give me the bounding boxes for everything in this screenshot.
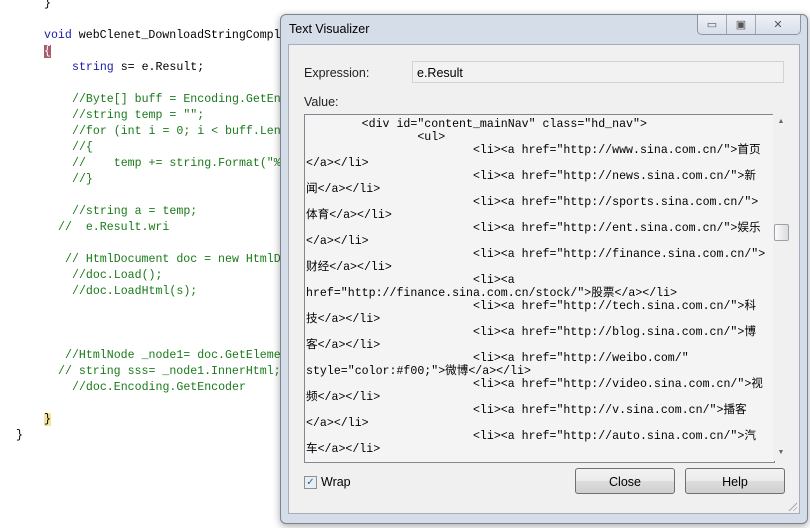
wrap-checkbox[interactable]: ✓ Wrap	[304, 475, 351, 489]
value-line: <li><a href="http://sports.sina.com.cn/"…	[306, 196, 759, 209]
comment-line: //HtmlNode _node1= doc.GetEleme	[65, 349, 281, 362]
scrollbar-thumb[interactable]	[774, 224, 789, 241]
expression-field[interactable]: e.Result	[412, 61, 784, 83]
value-line: <li><a href="http://auto.sina.com.cn/">汽	[306, 430, 756, 443]
value-line: <li><a href="http://finance.sina.com.cn/…	[306, 248, 766, 261]
close-icon: ✕	[773, 19, 783, 31]
value-line: 客</a></li>	[306, 339, 381, 352]
dialog-title: Text Visualizer	[289, 22, 370, 36]
code-line: {	[44, 44, 51, 60]
value-line: <ul>	[306, 131, 446, 144]
code-text: s= e.Result;	[113, 61, 205, 74]
value-line: </a></li>	[306, 235, 369, 248]
maximize-icon: ▣	[735, 19, 747, 31]
value-line: </a></li>	[306, 157, 369, 170]
value-line: 财经</a></li>	[306, 261, 392, 274]
scroll-up-icon[interactable]: ▲	[773, 114, 789, 130]
comment-line: //}	[72, 173, 93, 186]
comment-line: //doc.LoadHtml(s);	[72, 285, 198, 298]
value-line: <li><a href="http://v.sina.com.cn/">播客	[306, 404, 747, 417]
close-brace: }	[44, 413, 51, 426]
value-line: <li><a href="http://news.sina.com.cn/">新	[306, 170, 756, 183]
code-line: }	[44, 412, 51, 428]
value-line: 频</a></li>	[306, 391, 381, 404]
value-textarea[interactable]: <div id="content_mainNav" class="hd_nav"…	[304, 114, 775, 463]
value-line: </a></li>	[306, 417, 369, 430]
code-line: }	[44, 0, 51, 10]
value-text: <div id="content_mainNav" class="hd_nav"…	[306, 118, 765, 456]
comment-line: // HtmlDocument doc = new HtmlD	[65, 253, 281, 266]
value-line: 体育</a></li>	[306, 209, 392, 222]
method-name: webClenet_DownloadStringCompl	[71, 29, 281, 42]
value-line: 闻</a></li>	[306, 183, 381, 196]
comment-line: //doc.Encoding.GetEncoder	[72, 381, 246, 394]
value-line: style="color:#f00;">微博</a></li>	[306, 365, 531, 378]
keyword: string	[72, 61, 114, 74]
comment-line: //Byte[] buff = Encoding.GetEn	[72, 93, 281, 106]
help-button[interactable]: Help	[685, 468, 785, 494]
value-line: 车</a></li>	[306, 443, 381, 456]
value-line: <div id="content_mainNav" class="hd_nav"…	[306, 118, 647, 131]
value-line: <li><a href="http://video.sina.com.cn/">…	[306, 378, 763, 391]
comment-line: //{	[72, 141, 93, 154]
value-line: <li><a href="http://blog.sina.com.cn/">博	[306, 326, 756, 339]
comment-line: //for (int i = 0; i < buff.Len	[72, 125, 281, 138]
vertical-scrollbar[interactable]: ▲ ▼	[773, 114, 789, 461]
value-line: <li><a href="http://weibo.com/"	[306, 352, 689, 365]
comment-line: // e.Result.wri	[58, 221, 170, 234]
wrap-label: Wrap	[321, 475, 351, 489]
close-window-button[interactable]: ✕	[755, 15, 800, 34]
code-line: }	[16, 429, 23, 442]
value-line: <li><a href="http://ent.sina.com.cn/">娱乐	[306, 222, 761, 235]
value-line: <li><a href="http://tech.sina.com.cn/">科	[306, 300, 756, 313]
comment-line: //string a = temp;	[72, 205, 198, 218]
minimize-icon: ▭	[706, 19, 718, 31]
value-line: href="http://finance.sina.com.cn/stock/"…	[306, 287, 678, 300]
value-label: Value:	[304, 95, 339, 109]
comment-line: //string temp = "";	[72, 109, 205, 122]
resize-grip-icon[interactable]	[787, 501, 797, 511]
value-line: 技</a></li>	[306, 313, 381, 326]
checkmark-icon: ✓	[304, 475, 317, 489]
text-visualizer-dialog: Text Visualizer ▭ ▣ ✕ Expression: e.Resu…	[280, 14, 808, 524]
code-line: string s= e.Result;	[72, 60, 204, 76]
keyword: void	[44, 29, 72, 42]
comment-line: // string sss= _node1.InnerHtml;	[58, 365, 281, 378]
value-line: <li><a	[306, 274, 515, 287]
expression-label: Expression:	[304, 66, 370, 80]
dialog-body: Expression: e.Result Value: <div id="con…	[288, 44, 800, 514]
maximize-button[interactable]: ▣	[726, 15, 755, 34]
value-line: <li><a href="http://www.sina.com.cn/">首页	[306, 144, 761, 157]
window-controls: ▭ ▣ ✕	[697, 15, 801, 35]
scroll-down-icon[interactable]: ▼	[773, 445, 789, 461]
minimize-button[interactable]: ▭	[698, 15, 726, 34]
code-line: void webClenet_DownloadStringCompl	[44, 28, 281, 44]
comment-line: //doc.Load();	[72, 269, 163, 282]
comment-line: // temp += string.Format("%	[72, 157, 281, 170]
open-brace: {	[44, 45, 51, 58]
close-button[interactable]: Close	[575, 468, 675, 494]
